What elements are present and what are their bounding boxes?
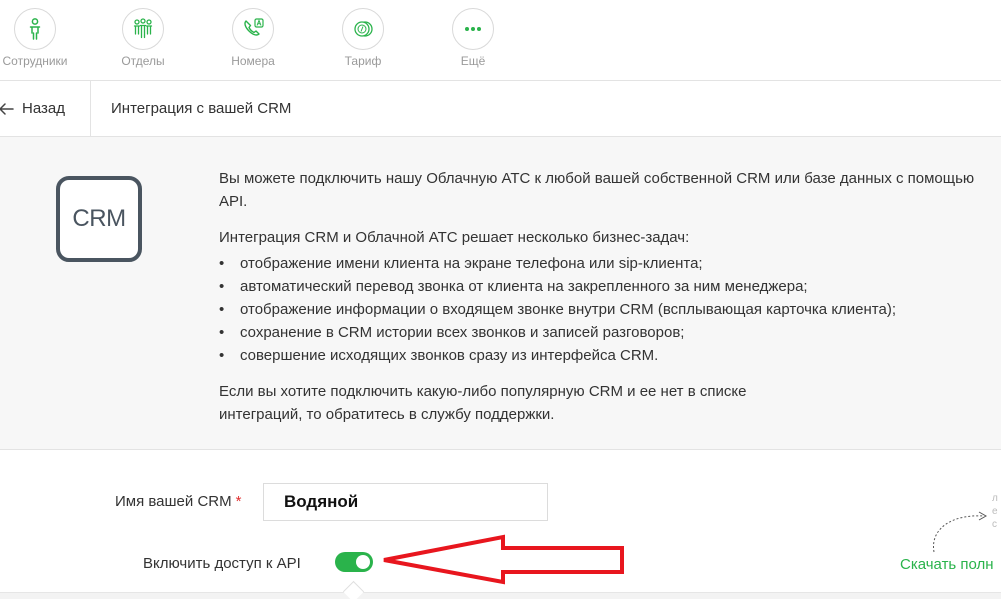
arrow-left-icon bbox=[0, 102, 14, 115]
list-item: автоматический перевод звонка от клиента… bbox=[219, 275, 979, 298]
download-link[interactable]: Скачать полн bbox=[900, 556, 994, 573]
nav-label: Отделы bbox=[121, 54, 165, 68]
info-text: Вы можете подключить нашу Облачную АТС к… bbox=[219, 167, 979, 426]
nav-label: Сотрудники bbox=[2, 54, 68, 68]
person-icon bbox=[14, 8, 56, 50]
nav-label: Ещё bbox=[460, 54, 486, 68]
integration-info: CRM Вы можете подключить нашу Облачную А… bbox=[0, 137, 1001, 450]
crm-name-label: Имя вашей CRM * bbox=[115, 493, 242, 510]
outro-text: Если вы хотите подключить какую-либо поп… bbox=[219, 383, 747, 423]
nav-more[interactable]: Ещё bbox=[418, 8, 528, 68]
list-item: сохранение в CRM истории всех звонков и … bbox=[219, 321, 979, 344]
coins-icon bbox=[342, 8, 384, 50]
nav-numbers[interactable]: Номера bbox=[198, 8, 308, 68]
list-item: отображение имени клиента на экране теле… bbox=[219, 252, 979, 275]
list-item: совершение исходящих звонков сразу из ин… bbox=[219, 344, 979, 367]
tasks-list: отображение имени клиента на экране теле… bbox=[219, 252, 979, 367]
crm-name-input[interactable] bbox=[263, 483, 548, 521]
tasks-heading: Интеграция CRM и Облачной АТС решает нес… bbox=[219, 229, 690, 246]
back-label: Назад bbox=[22, 100, 65, 117]
toggle-knob bbox=[356, 555, 370, 569]
breadcrumb: Назад Интеграция с вашей CRM bbox=[0, 81, 1001, 137]
back-button[interactable]: Назад bbox=[0, 81, 91, 136]
nav-departments[interactable]: Отделы bbox=[88, 8, 198, 68]
top-navigation: Сотрудники Отделы Номера Тариф Ещё bbox=[0, 0, 1001, 81]
group-icon bbox=[122, 8, 164, 50]
api-access-toggle[interactable] bbox=[335, 552, 373, 572]
page-title: Интеграция с вашей CRM bbox=[111, 100, 292, 117]
intro-text: Вы можете подключить нашу Облачную АТС к… bbox=[219, 170, 975, 210]
crm-logo: CRM bbox=[56, 176, 142, 262]
required-mark: * bbox=[235, 493, 242, 510]
list-item: отображение информации о входящем звонке… bbox=[219, 298, 979, 321]
api-access-label: Включить доступ к API bbox=[143, 555, 301, 572]
side-hint: л е с bbox=[992, 493, 998, 530]
nav-label: Номера bbox=[231, 54, 275, 68]
phone-number-icon bbox=[232, 8, 274, 50]
nav-tariff[interactable]: Тариф bbox=[308, 8, 418, 68]
more-dots-icon bbox=[452, 8, 494, 50]
nav-employees[interactable]: Сотрудники bbox=[0, 8, 90, 68]
nav-label: Тариф bbox=[344, 54, 382, 68]
